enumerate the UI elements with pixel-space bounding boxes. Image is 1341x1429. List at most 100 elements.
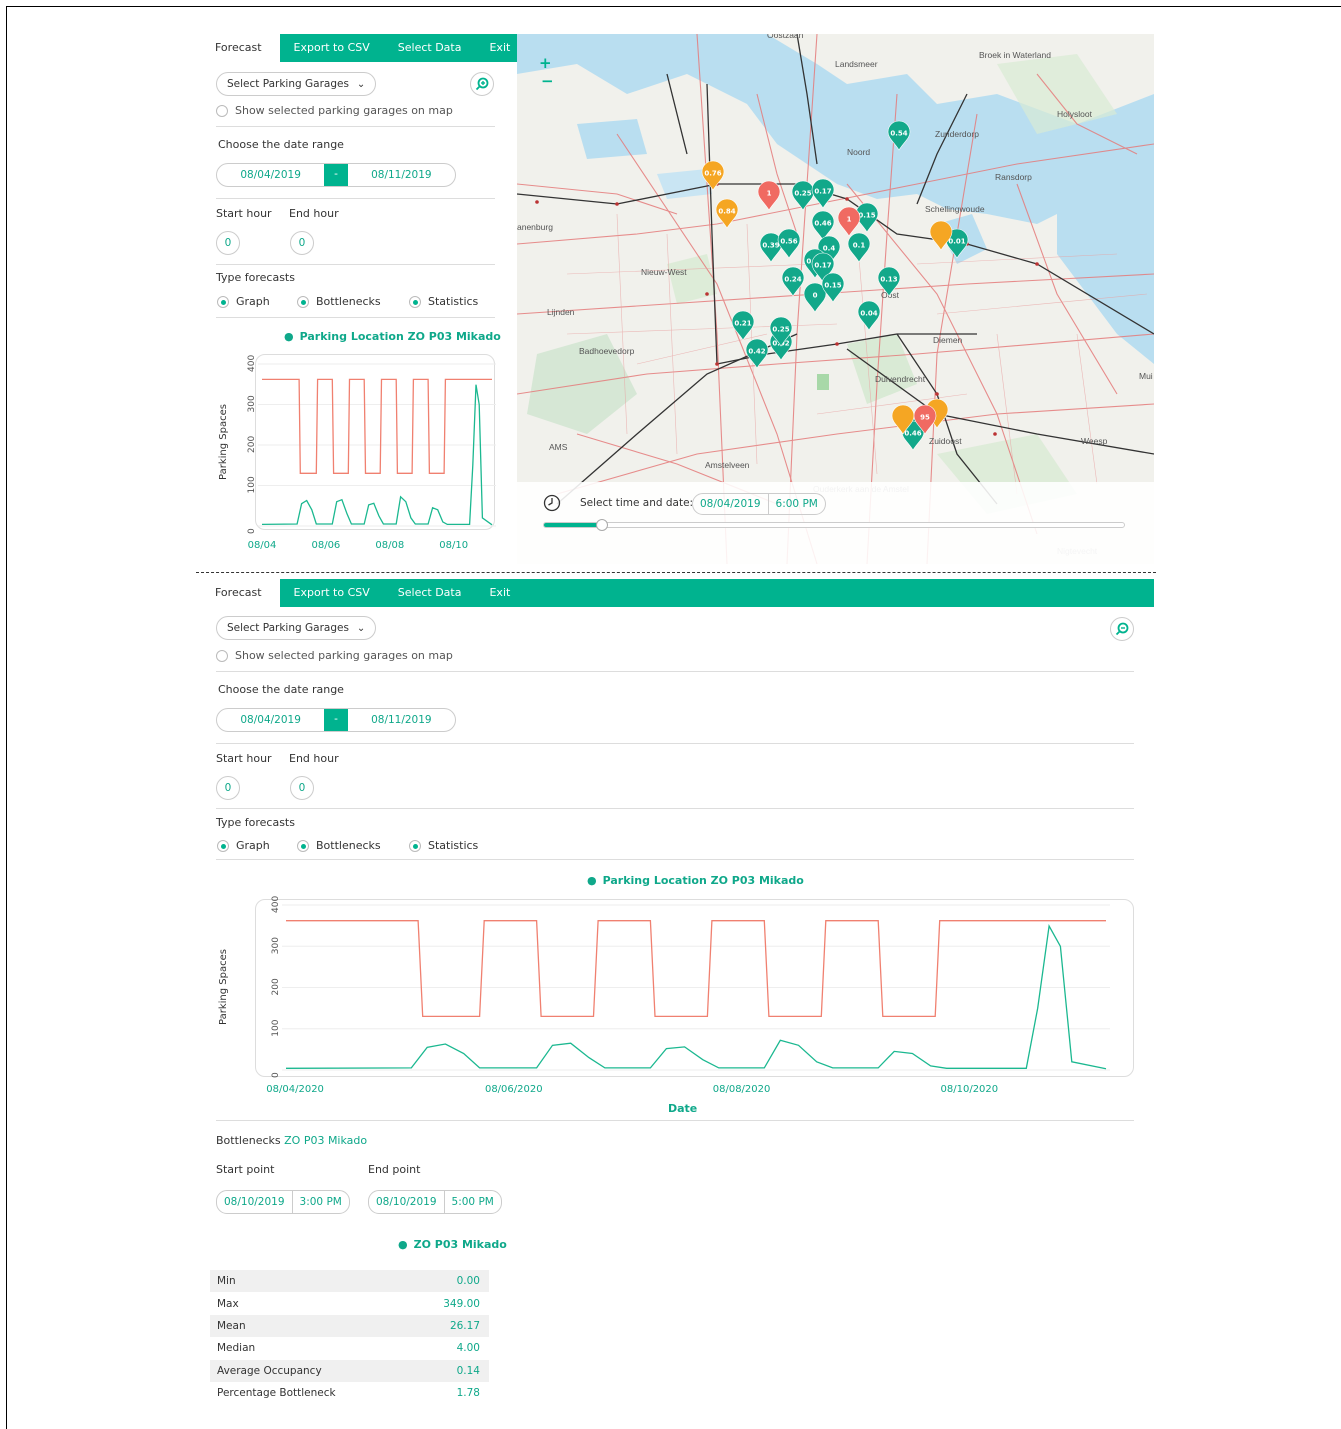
map-marker-green[interactable]: 0.04	[857, 300, 881, 331]
radio-graph-label: Graph	[236, 295, 270, 308]
y-tick-label: 300	[247, 395, 257, 412]
map-marker-green[interactable]: 0.1	[847, 232, 871, 263]
start-point-picker[interactable]: 08/10/2019 3:00 PM	[216, 1190, 350, 1214]
x-tick-label: 08/06	[311, 540, 340, 551]
show-on-map-option[interactable]: Show selected parking garages on map	[216, 649, 453, 662]
y-tick-label: 400	[271, 896, 281, 913]
occupancy-series-line	[261, 384, 493, 526]
stat-name: Percentage Bottleneck	[217, 1387, 336, 1400]
svg-text:1: 1	[767, 190, 772, 198]
map-marker-green[interactable]: 0.42	[745, 338, 769, 369]
zoom-search-button[interactable]	[470, 72, 494, 96]
time-date-value[interactable]: 08/04/2019	[693, 498, 768, 510]
start-hour-input[interactable]: 0	[216, 776, 240, 800]
map-marker-green[interactable]: 0.13	[877, 266, 901, 297]
radio-bottlenecks[interactable]: Bottlenecks	[297, 839, 381, 852]
tab-forecast[interactable]: Forecast	[215, 579, 280, 607]
tab-forecast[interactable]: Forecast	[215, 34, 280, 62]
show-on-map-label: Show selected parking garages on map	[235, 649, 453, 662]
radio-graph[interactable]: Graph	[217, 295, 270, 308]
tab-export-csv[interactable]: Export to CSV	[279, 579, 384, 607]
time-hour-value[interactable]: 6:00 PM	[769, 498, 825, 510]
svg-text:0.46: 0.46	[904, 430, 921, 438]
y-tick-label: 0	[271, 1072, 281, 1078]
divider	[216, 671, 1134, 672]
x-tick-label: 08/10	[439, 540, 468, 551]
time-select-label: Select time and date:	[580, 497, 694, 509]
map-marker-red[interactable]: 1	[757, 180, 781, 211]
date-range-picker[interactable]: 08/04/2019 - 08/11/2019	[216, 708, 456, 732]
statistics-table: Min 0.00 Max 349.00 Mean 26.17 Median 4.00 Avera…	[210, 1270, 489, 1404]
map-marker-green[interactable]: 0.21	[731, 310, 755, 341]
end-point-date[interactable]: 08/10/2019	[369, 1196, 444, 1208]
radio-bottlenecks[interactable]: Bottlenecks	[297, 295, 381, 308]
date-from[interactable]: 08/04/2019	[217, 714, 324, 726]
radio-statistics[interactable]: Statistics	[409, 839, 478, 852]
chevron-down-icon: ⌄	[356, 78, 366, 90]
svg-text:1: 1	[847, 216, 852, 224]
svg-text:0.15: 0.15	[824, 282, 841, 290]
start-point-date[interactable]: 08/10/2019	[217, 1196, 292, 1208]
divider	[216, 808, 1134, 809]
bottom-chart-svg: 0 100 200 300 400 08/04/2020 08/06/2020 08/08/2…	[266, 896, 1110, 1095]
x-tick-label: 08/08/2020	[713, 1084, 771, 1095]
date-range-label: Choose the date range	[218, 138, 344, 151]
y-tick-label: 100	[271, 1019, 281, 1036]
bottom-chart-ylabel: Parking Spaces	[218, 949, 229, 1025]
chevron-down-icon: ⌄	[356, 622, 366, 634]
zoom-search-button[interactable]	[1110, 617, 1134, 641]
date-from[interactable]: 08/04/2019	[217, 169, 324, 181]
map-marker-red[interactable]: 1	[837, 206, 861, 237]
tab-export-csv[interactable]: Export to CSV	[280, 34, 384, 62]
map-marker-orange[interactable]: 0.76	[701, 160, 725, 191]
svg-text:0.84: 0.84	[718, 208, 735, 216]
map-marker-green[interactable]: 0.17	[811, 178, 835, 209]
radio-icon	[297, 296, 309, 308]
radio-graph[interactable]: Graph	[217, 839, 270, 852]
date-to[interactable]: 08/11/2019	[348, 714, 455, 726]
select-garages-dropdown[interactable]: Select Parking Garages ⌄	[216, 72, 377, 96]
x-tick-label: 08/08	[375, 540, 404, 551]
end-point-time[interactable]: 5:00 PM	[445, 1196, 501, 1208]
show-on-map-option[interactable]: Show selected parking garages on map	[216, 104, 453, 117]
tab-exit[interactable]: Exit	[475, 579, 525, 607]
svg-text:0.54: 0.54	[890, 130, 907, 138]
time-slider-track[interactable]	[543, 519, 1125, 531]
map-marker-green[interactable]: 0.46	[811, 210, 835, 241]
section-divider	[196, 572, 1156, 573]
start-hour-label: Start hour	[216, 752, 272, 765]
svg-text:0.1: 0.1	[853, 242, 866, 250]
tab-select-data[interactable]: Select Data	[384, 34, 476, 62]
tab-select-data[interactable]: Select Data	[383, 579, 476, 607]
time-date-picker[interactable]: 08/04/2019 6:00 PM	[692, 493, 826, 515]
statistics-title: ● ZO P03 Mikado	[398, 1238, 507, 1251]
start-point-time[interactable]: 3:00 PM	[293, 1196, 349, 1208]
map-marker-green[interactable]: 0.24	[781, 266, 805, 297]
divider	[216, 1120, 1134, 1121]
divider	[216, 317, 495, 318]
select-garages-dropdown[interactable]: Select Parking Garages ⌄	[216, 616, 377, 640]
date-range-picker[interactable]: 08/04/2019 - 08/11/2019	[216, 163, 456, 187]
start-hour-input[interactable]: 0	[216, 231, 240, 255]
radio-bottlenecks-label: Bottlenecks	[316, 839, 381, 852]
end-hour-input[interactable]: 0	[290, 776, 314, 800]
svg-text:0.4: 0.4	[823, 245, 836, 253]
map-marker-orange[interactable]: 0.84	[715, 198, 739, 229]
bottlenecks-heading: Bottlenecks ZO P03 Mikado	[216, 1134, 367, 1147]
map-marker-green[interactable]: 0.56	[777, 228, 801, 259]
map-marker-green[interactable]: 0.25	[791, 180, 815, 211]
time-slider-handle[interactable]	[596, 519, 608, 531]
type-forecasts-label: Type forecasts	[216, 271, 295, 284]
end-hour-input[interactable]: 0	[290, 231, 314, 255]
radio-statistics[interactable]: Statistics	[409, 295, 478, 308]
bottom-chart-xlabel: Date	[668, 1102, 698, 1115]
svg-text:0.13: 0.13	[880, 276, 897, 284]
svg-text:0.24: 0.24	[784, 276, 801, 284]
date-to[interactable]: 08/11/2019	[348, 169, 455, 181]
y-tick-label: 300	[271, 937, 281, 954]
radio-statistics-label: Statistics	[428, 295, 479, 308]
end-point-picker[interactable]: 08/10/2019 5:00 PM	[368, 1190, 502, 1214]
svg-text:0.15: 0.15	[858, 212, 875, 220]
bottlenecks-label: Bottlenecks	[216, 1134, 281, 1147]
map-marker-green[interactable]: 0.54	[887, 120, 911, 151]
